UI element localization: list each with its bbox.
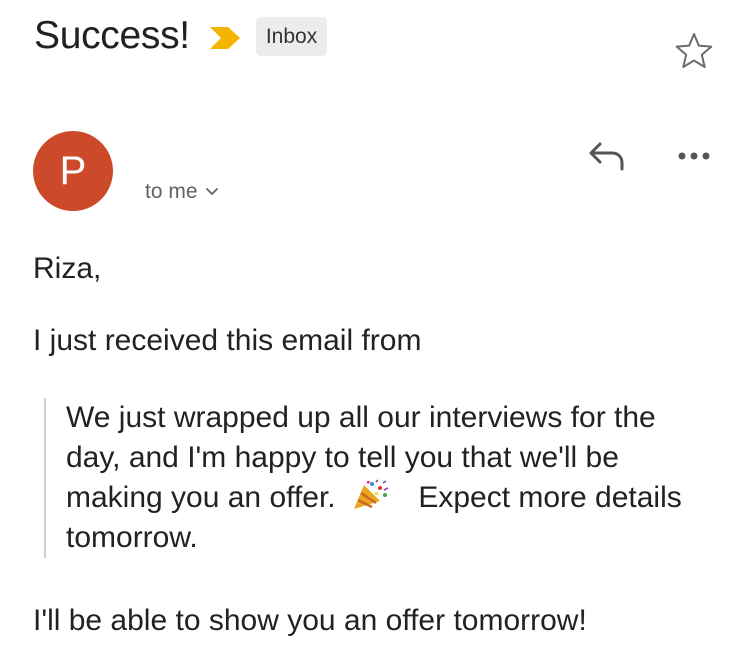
quoted-message: We just wrapped up all our interviews fo… xyxy=(44,398,716,558)
reply-icon[interactable] xyxy=(588,140,626,172)
email-view: Success! Inbox P to me Riza, I just rece… xyxy=(0,0,750,655)
recipient-details-toggle[interactable]: to me xyxy=(145,180,218,204)
email-closing-line: I'll be able to show you an offer tomorr… xyxy=(33,604,587,637)
sender-avatar[interactable]: P xyxy=(33,131,113,211)
sender-initial: P xyxy=(59,148,87,193)
subject-row: Success! Inbox xyxy=(34,14,328,58)
more-options-icon[interactable] xyxy=(677,150,711,162)
chevron-down-icon xyxy=(205,188,218,196)
email-intro-line: I just received this email from xyxy=(33,324,422,357)
star-icon[interactable] xyxy=(674,31,714,71)
party-popper-icon xyxy=(353,479,389,509)
inbox-label-chip[interactable]: Inbox xyxy=(255,16,328,56)
importance-marker-icon[interactable] xyxy=(208,25,242,51)
email-greeting: Riza, xyxy=(33,252,102,285)
email-subject: Success! xyxy=(34,14,190,57)
recipient-text: to me xyxy=(145,180,198,203)
